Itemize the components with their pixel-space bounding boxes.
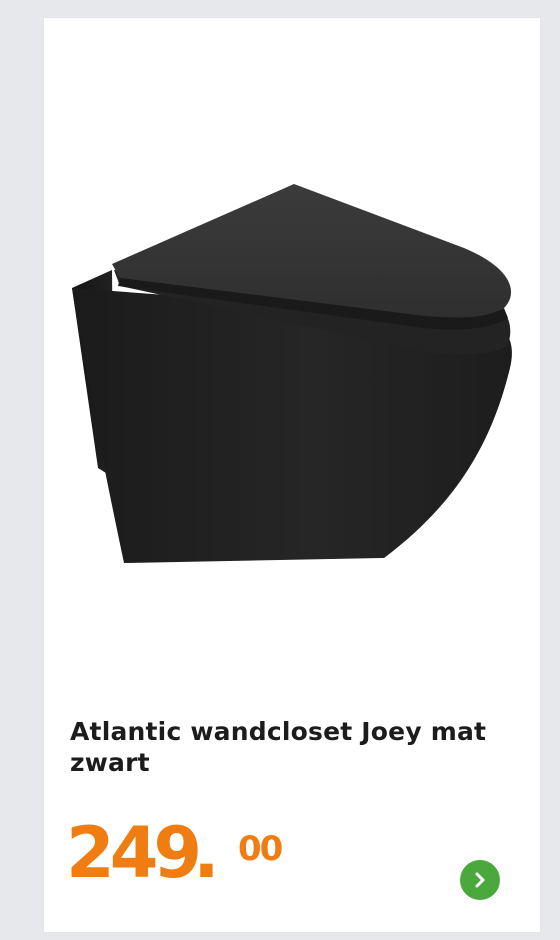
price: 249. 00 — [66, 818, 283, 888]
product-title: Atlantic wandcloset Joey mat zwart — [70, 717, 487, 777]
chevron-right-icon — [475, 872, 485, 888]
product-card[interactable]: Atlantic wandcloset Joey mat zwart 249. … — [44, 18, 540, 932]
next-button[interactable] — [460, 860, 500, 900]
price-cents: 00 — [238, 829, 283, 869]
price-main: 249 — [66, 812, 202, 894]
price-dot: . — [193, 812, 220, 894]
wall-toilet-image — [72, 184, 512, 563]
